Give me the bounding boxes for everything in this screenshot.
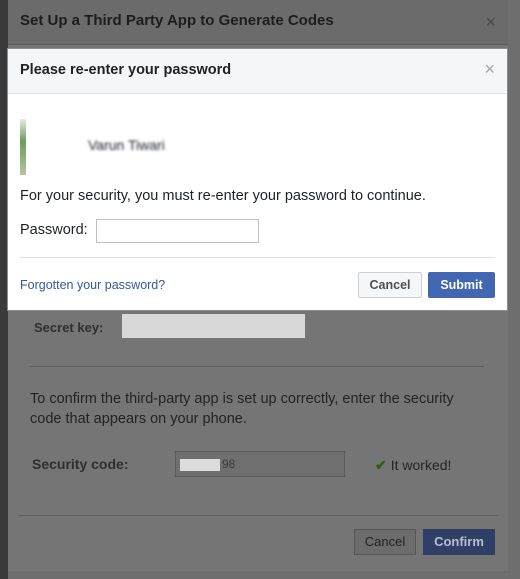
secret-key-field (122, 314, 305, 338)
security-code-value: 98 (222, 457, 236, 471)
status-success: ✔ It worked! (375, 457, 451, 474)
submit-button[interactable]: Submit (428, 272, 495, 298)
redaction-mask (180, 458, 220, 471)
forgot-password-link[interactable]: Forgotten your password? (20, 278, 165, 292)
setup-cancel-button[interactable]: Cancel (354, 529, 416, 555)
password-label: Password: (20, 222, 88, 238)
confirm-instructions: To confirm the third-party app is set up… (30, 391, 454, 427)
security-message: For your security, you must re-enter you… (20, 188, 426, 204)
close-icon[interactable]: × (485, 12, 496, 33)
close-icon[interactable]: × (484, 59, 495, 80)
avatar (20, 119, 26, 175)
reenter-password-modal: Please re-enter your password × Varun Ti… (7, 48, 508, 311)
divider (18, 515, 498, 516)
password-input[interactable] (96, 219, 259, 243)
secret-key-label: Secret key: (34, 320, 104, 335)
modal-header: Please re-enter your password × (8, 49, 507, 94)
confirm-button[interactable]: Confirm (423, 529, 495, 555)
check-icon: ✔ (375, 457, 387, 473)
modal-title: Please re-enter your password (20, 62, 232, 78)
setup-app-dialog-title: Set Up a Third Party App to Generate Cod… (20, 12, 334, 29)
setup-app-dialog-header: Set Up a Third Party App to Generate Cod… (8, 0, 508, 45)
divider (30, 366, 484, 367)
security-code-input[interactable]: 98 (175, 451, 345, 477)
security-code-label: Security code: (32, 456, 129, 472)
divider (20, 257, 495, 258)
cancel-button[interactable]: Cancel (358, 272, 422, 298)
worked-text: It worked! (390, 457, 452, 473)
user-name: Varun Tiwari (88, 137, 165, 153)
